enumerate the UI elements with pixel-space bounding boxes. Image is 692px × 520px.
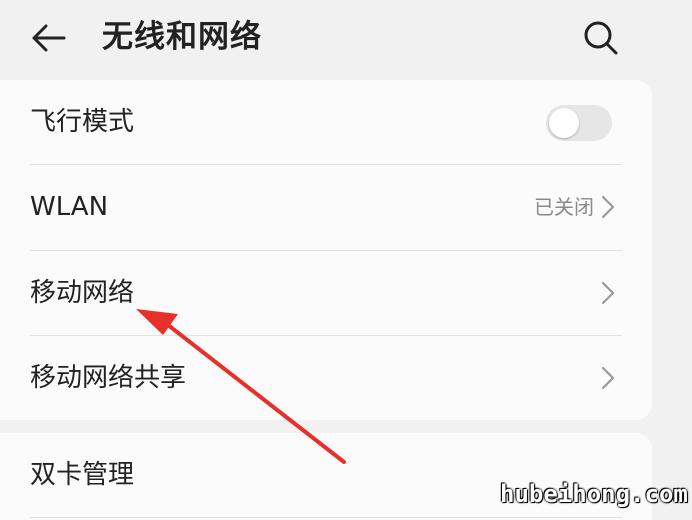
chevron-right-icon [601,195,615,219]
watermark-text: hubeihong.com [500,480,688,508]
airplane-mode-toggle[interactable] [546,105,612,141]
back-arrow-icon [32,24,66,52]
divider [30,517,622,518]
dual-sim-label: 双卡管理 [30,460,135,490]
back-button[interactable] [28,18,72,58]
chevron-right-icon [601,366,615,390]
network-settings-card: 飞行模式 WLAN 已关闭 移动网络 移动网络共享 [0,80,652,420]
tethering-label: 移动网络共享 [30,363,187,393]
airplane-mode-label: 飞行模式 [30,107,135,137]
mobile-network-label: 移动网络 [30,278,135,308]
search-icon [584,21,618,55]
mobile-network-row[interactable]: 移动网络 [0,251,652,335]
wlan-row[interactable]: WLAN 已关闭 [0,165,652,249]
wlan-status: 已关闭 [534,195,594,219]
toggle-knob [549,108,579,138]
search-button[interactable] [578,16,622,60]
wlan-label: WLAN [30,192,109,222]
header-bar: 无线和网络 [0,0,692,78]
page-title: 无线和网络 [102,19,262,55]
airplane-mode-row[interactable]: 飞行模式 [0,80,652,164]
chevron-right-icon [601,281,615,305]
tethering-row[interactable]: 移动网络共享 [0,336,652,420]
